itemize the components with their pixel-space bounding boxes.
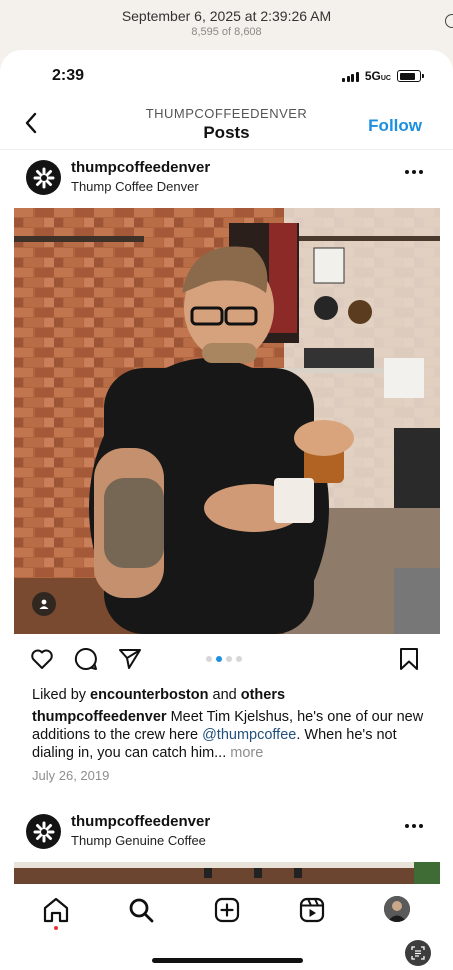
info-icon[interactable] (445, 14, 453, 28)
status-bar: 2:39 5GUC (0, 50, 453, 102)
more-link[interactable]: more (230, 745, 263, 761)
battery-icon (397, 70, 424, 82)
profile-icon[interactable] (384, 896, 410, 922)
carousel-dot (206, 656, 212, 662)
bottom-tab-bar (0, 884, 453, 970)
search-icon[interactable] (127, 896, 155, 924)
notification-dot (54, 926, 58, 930)
post-header-2: thumpcoffeedenver Thump Genuine Coffee (0, 806, 453, 858)
post-location[interactable]: Thump Coffee Denver (71, 179, 199, 194)
share-icon[interactable] (117, 646, 143, 672)
post-header: thumpcoffeedenver Thump Coffee Denver (0, 152, 453, 204)
thump-logo-icon (33, 167, 54, 188)
post-caption: Liked by encounterboston and others thum… (32, 686, 432, 762)
photo-viewer-header: September 6, 2025 at 2:39:26 AM 8,595 of… (0, 0, 453, 50)
liked-by-user[interactable]: encounterboston (90, 687, 208, 703)
cafe-photo (14, 862, 440, 884)
heart-icon[interactable] (29, 646, 55, 672)
nav-bar: THUMPCOFFEEDENVER Posts Follow (0, 100, 453, 150)
caption-username[interactable]: thumpcoffeedenver (32, 709, 167, 725)
avatar[interactable] (26, 160, 61, 195)
avatar[interactable] (26, 814, 61, 849)
carousel-dot (226, 656, 232, 662)
carousel-dot-active (216, 656, 222, 662)
thump-logo-icon (33, 821, 54, 842)
likes-line: Liked by encounterboston and others (32, 687, 286, 703)
more-icon[interactable] (405, 170, 423, 174)
liked-others[interactable]: others (241, 687, 285, 703)
signal-icon (342, 71, 359, 82)
post-actions (0, 646, 453, 676)
caption-mention[interactable]: @thumpcoffee (202, 727, 296, 743)
create-icon[interactable] (213, 896, 241, 924)
comment-icon[interactable] (73, 646, 99, 672)
post-location[interactable]: Thump Genuine Coffee (71, 833, 206, 848)
home-indicator (152, 958, 303, 963)
more-icon[interactable] (405, 824, 423, 828)
photo-count: 8,595 of 8,608 (191, 26, 262, 38)
post-image[interactable] (14, 208, 440, 634)
carousel-dot (236, 656, 242, 662)
reels-icon[interactable] (298, 896, 326, 924)
tag-person-icon[interactable] (32, 592, 56, 616)
caption-text: thumpcoffeedenver Meet Tim Kjelshus, he'… (32, 709, 424, 761)
post-date: July 26, 2019 (32, 768, 110, 783)
post-username[interactable]: thumpcoffeedenver (71, 813, 210, 830)
network-indicator: 5GUC (364, 69, 391, 83)
home-icon[interactable] (42, 896, 70, 924)
photo-date: September 6, 2025 at 2:39:26 AM (121, 8, 332, 24)
barista-photo (14, 208, 440, 634)
follow-button[interactable]: Follow (368, 116, 422, 136)
post-image-2[interactable] (14, 862, 440, 884)
carousel-indicator (206, 656, 242, 662)
status-time: 2:39 (52, 67, 85, 84)
post-username[interactable]: thumpcoffeedenver (71, 159, 210, 176)
bookmark-icon[interactable] (396, 646, 422, 672)
live-text-icon[interactable] (405, 940, 431, 966)
instagram-screen: 2:39 5GUC THUMPCOFFEEDENVER Posts Follow (0, 50, 453, 970)
